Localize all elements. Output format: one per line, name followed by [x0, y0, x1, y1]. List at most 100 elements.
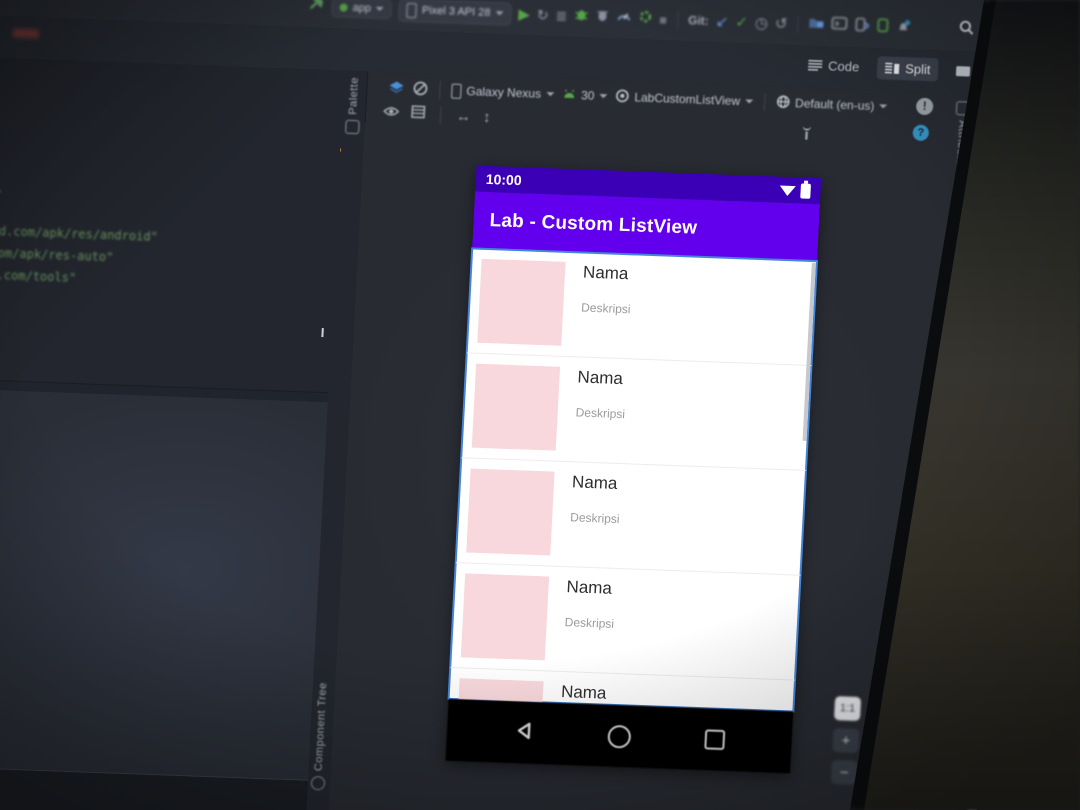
phone-nav-bar	[445, 698, 794, 774]
search-everywhere-icon[interactable]	[958, 19, 976, 42]
design-panel: Palette Component Tree Galaxy Nexus 30 L…	[304, 70, 975, 810]
item-name: Nama	[571, 472, 618, 493]
ide-screen: app Pixel 3 API 28 ▶ ↻ ≣ ■ Git: ↙ ✓ ◷ ↺ …	[0, 0, 1080, 810]
nav-back-icon	[513, 720, 534, 746]
gradle-label: Gradle	[1003, 77, 1018, 115]
device-manager-icon[interactable]	[854, 17, 870, 37]
chevron-down-icon	[495, 11, 504, 16]
chevron-down-icon	[375, 6, 385, 12]
list-item[interactable]: Nama Deskripsi	[466, 248, 817, 366]
attach-debugger-icon[interactable]	[595, 7, 610, 26]
item-name: Nama	[577, 367, 624, 389]
variants-list-icon[interactable]	[411, 105, 426, 123]
theme-icon	[615, 88, 630, 105]
build-hammer-icon[interactable]	[308, 0, 325, 17]
palette-icon	[345, 119, 360, 134]
chevron-down-icon	[599, 94, 608, 99]
tab-split[interactable]: Split	[876, 56, 940, 82]
sidebar-tab-layout-validation[interactable]: Layout Validation	[997, 118, 1017, 231]
attributes-icon	[955, 101, 971, 116]
phone-preview[interactable]: 10:00 Lab - Custom ListView Nama Deskrip…	[445, 165, 822, 774]
horizontal-constraint-icon[interactable]: ↔	[456, 107, 472, 125]
notifications-bell-icon[interactable]	[896, 18, 911, 37]
stop-all-icon[interactable]	[986, 18, 1002, 34]
orientation-icon[interactable]	[412, 80, 429, 100]
split-icon	[884, 62, 900, 74]
item-description: Deskripsi	[569, 510, 620, 527]
sidebar-tab-palette[interactable]: Palette	[345, 77, 362, 134]
globe-icon	[776, 94, 791, 111]
device-dropdown[interactable]: Galaxy Nexus	[451, 83, 555, 102]
nav-recents-icon	[704, 729, 726, 751]
item-name: Nama	[566, 577, 613, 598]
item-thumbnail	[460, 573, 550, 661]
tab-code[interactable]: Code	[800, 53, 868, 78]
logcat-terminal-icon[interactable]	[831, 16, 848, 35]
code-line: id.com/tools"	[0, 267, 77, 285]
locale-dropdown[interactable]: Default (en-us)	[776, 94, 888, 115]
zoom-out-button[interactable]: −	[830, 759, 858, 785]
design-icon	[956, 65, 971, 77]
chevron-down-icon	[545, 92, 555, 97]
design-surface-layers-icon[interactable]	[388, 80, 405, 98]
apply-code-changes-button[interactable]: ≣	[555, 7, 568, 23]
vertical-constraint-icon[interactable]: ↕	[483, 108, 491, 125]
file-tab[interactable]	[12, 28, 40, 39]
zoom-in-button[interactable]: +	[832, 728, 860, 753]
code-line: .com/apk/res-auto"	[0, 245, 114, 265]
chevron-down-icon	[879, 104, 888, 109]
code-line: oid.com/apk/res/android"	[0, 223, 159, 244]
item-description: Deskripsi	[564, 615, 615, 631]
toolbar-separator	[439, 106, 442, 125]
run-button[interactable]: ▶	[518, 6, 530, 23]
code-icon	[807, 59, 823, 71]
issue-panel-badge[interactable]: !	[915, 97, 934, 116]
listview[interactable]: Nama Deskripsi Nama Deskripsi Nama Deskr…	[447, 247, 819, 713]
code-editor[interactable]: s> oid.com/apk/res/android" .com/apk/res…	[0, 57, 362, 469]
device-dropdown-label: Galaxy Nexus	[466, 84, 542, 101]
render-wrench-icon[interactable]	[800, 125, 813, 146]
git-update-button[interactable]: ↙	[715, 13, 728, 30]
sidebar-tab-gradle[interactable]: Gradle	[1003, 58, 1020, 115]
layout-validation-label: Layout Validation	[997, 137, 1015, 231]
layout-validation-icon	[1001, 118, 1017, 134]
device-select[interactable]: Pixel 3 API 28	[398, 0, 512, 26]
theme-dropdown[interactable]: LabCustomListView	[615, 88, 754, 110]
zoom-fit-button[interactable]: 1:1	[833, 696, 862, 721]
chevron-down-icon	[745, 99, 754, 104]
api-level-dropdown[interactable]: 30	[562, 88, 608, 104]
view-options-eye-icon[interactable]	[383, 104, 400, 123]
sidebar-tab-device-file-explorer[interactable]: Device File Explorer	[965, 712, 986, 810]
phone-icon	[451, 83, 462, 99]
profiler-gauge-icon[interactable]	[616, 8, 632, 28]
theme-dropdown-label: LabCustomListView	[633, 90, 741, 109]
lower-left-panel	[0, 389, 328, 781]
history-clock-icon[interactable]: ◷	[754, 14, 768, 31]
item-name: Nama	[560, 682, 607, 703]
list-item[interactable]: Nama Deskripsi	[450, 563, 801, 681]
project-folder-icon[interactable]	[808, 16, 825, 35]
item-description: Deskripsi	[575, 405, 626, 422]
run-config-label: app	[352, 1, 372, 15]
list-item[interactable]: Nama Deskripsi	[461, 353, 812, 471]
list-item[interactable]: Nama Deskripsi	[455, 458, 806, 576]
tab-split-label: Split	[904, 61, 931, 78]
git-revert-button[interactable]: ↺	[775, 15, 788, 32]
apply-changes-restart-button[interactable]: ↻	[536, 7, 549, 23]
stop-button[interactable]: ■	[659, 12, 668, 27]
device-label: Pixel 3 API 28	[421, 4, 491, 19]
palette-label: Palette	[347, 76, 362, 115]
debug-button[interactable]	[574, 7, 589, 26]
git-commit-button[interactable]: ✓	[735, 13, 748, 30]
item-thumbnail	[466, 468, 555, 556]
profile-low-overhead-icon[interactable]	[638, 9, 653, 28]
battery-icon	[800, 182, 812, 199]
run-configuration-select[interactable]: app	[331, 0, 393, 20]
item-name: Nama	[582, 262, 629, 284]
design-surface[interactable]: 10:00 Lab - Custom ListView Nama Deskrip…	[326, 123, 973, 810]
tab-code-label: Code	[827, 58, 860, 75]
toolbar-separator	[438, 81, 441, 100]
wifi-icon	[779, 184, 796, 197]
sync-phone-icon[interactable]	[876, 17, 890, 37]
help-badge[interactable]: ?	[912, 124, 930, 142]
